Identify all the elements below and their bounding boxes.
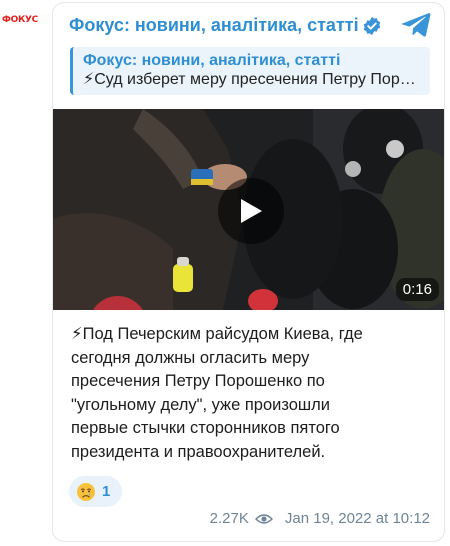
message-meta: 2.27K Jan 19, 2022 at 10:12 bbox=[210, 510, 430, 527]
view-count: 2.27K bbox=[209, 510, 249, 527]
channel-title[interactable]: Фокус: новини, аналітика, статті bbox=[69, 15, 359, 36]
play-icon bbox=[241, 199, 262, 223]
reply-title: Фокус: новини, аналітика, статті bbox=[83, 52, 341, 69]
message-date: Jan 19, 2022 at 10:12 bbox=[284, 510, 430, 527]
message-card: Фокус: новини, аналітика, статті Фокус: … bbox=[52, 2, 445, 542]
message-text: ⚡Под Печерским райсудом Киева, где сегод… bbox=[71, 325, 363, 461]
verified-badge-icon bbox=[363, 16, 381, 36]
play-button[interactable] bbox=[218, 178, 284, 244]
reply-preview[interactable]: Фокус: новини, аналітика, статті ⚡Суд из… bbox=[70, 47, 430, 95]
reaction-button[interactable]: 1 bbox=[69, 476, 122, 507]
message-header: Фокус: новини, аналітика, статті bbox=[53, 3, 444, 45]
reaction-count: 1 bbox=[102, 483, 111, 500]
crying-face-icon bbox=[77, 482, 95, 501]
eye-icon bbox=[254, 513, 273, 524]
avatar-logo-text: ФОКУС bbox=[2, 15, 38, 25]
video-duration: 0:16 bbox=[395, 278, 439, 301]
channel-avatar[interactable]: ФОКУС bbox=[2, 2, 38, 38]
video-player[interactable]: 0:16 bbox=[53, 109, 444, 310]
reply-text: ⚡Суд изберет меру пресечения Петру Порош… bbox=[83, 71, 420, 88]
telegram-icon[interactable] bbox=[401, 12, 431, 38]
